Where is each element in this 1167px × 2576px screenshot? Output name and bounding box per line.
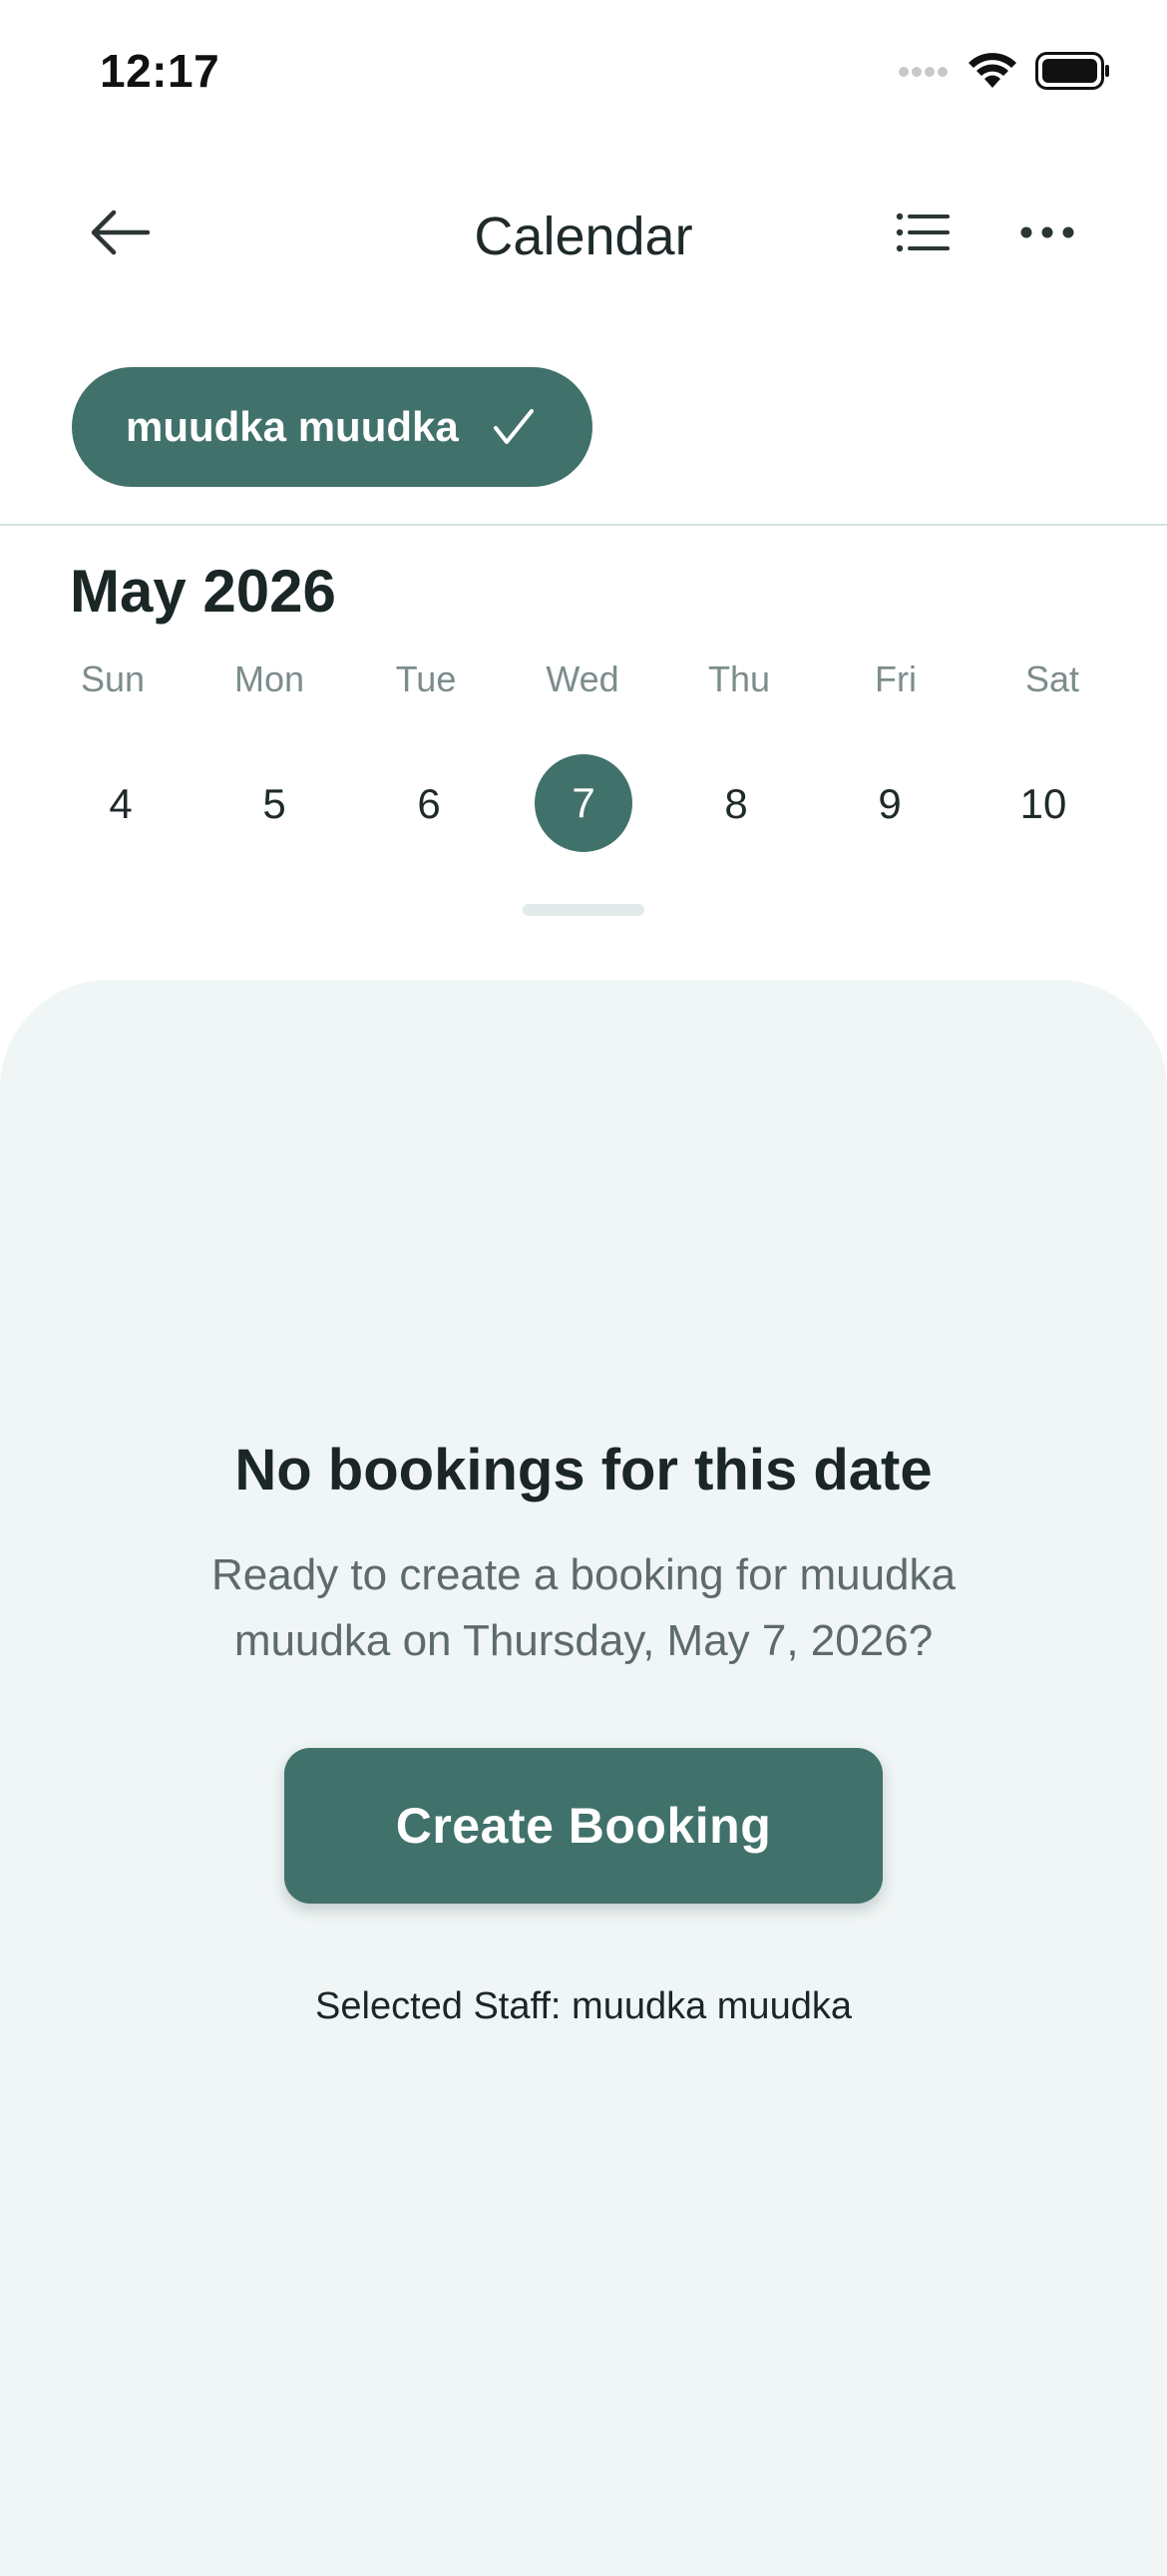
weekday-label: Tue bbox=[395, 658, 457, 699]
staff-chip-label: muudka muudka bbox=[126, 403, 459, 450]
more-horizontal-icon bbox=[1020, 225, 1074, 243]
day-cell[interactable]: 8 bbox=[686, 754, 786, 854]
create-booking-button[interactable]: Create Booking bbox=[284, 1748, 883, 1904]
signal-icon bbox=[898, 64, 950, 83]
weekday-label: Mon bbox=[233, 658, 305, 699]
day-cell[interactable]: 10 bbox=[993, 754, 1093, 854]
list-view-button[interactable] bbox=[888, 200, 958, 269]
day-cell[interactable]: 5 bbox=[224, 754, 324, 854]
weekday-label: Sat bbox=[1024, 658, 1080, 699]
status-icons bbox=[898, 52, 1111, 95]
battery-icon bbox=[1035, 52, 1111, 95]
more-options-button[interactable] bbox=[1007, 200, 1087, 269]
divider bbox=[0, 524, 1167, 526]
day-cell-selected[interactable]: 7 bbox=[535, 754, 632, 852]
weekday-label: Wed bbox=[546, 658, 619, 699]
check-icon bbox=[493, 408, 535, 446]
day-cell[interactable]: 4 bbox=[71, 754, 171, 854]
empty-state-description: Ready to create a booking for muudka muu… bbox=[210, 1550, 956, 1665]
selected-staff-text: Selected Staff: muudka muudka bbox=[315, 1985, 852, 2027]
weekday-label: Sun bbox=[80, 658, 146, 699]
empty-state-title: No bookings for this date bbox=[234, 1438, 933, 1503]
status-bar: 12:17 bbox=[0, 0, 1167, 150]
nav-header: Calendar bbox=[0, 170, 1167, 299]
status-time: 12:17 bbox=[100, 45, 220, 97]
weekday-label: Thu bbox=[707, 658, 771, 699]
list-icon bbox=[896, 212, 950, 258]
calendar-expand-handle[interactable] bbox=[523, 904, 644, 916]
month-label: May 2026 bbox=[70, 558, 336, 625]
day-cell[interactable]: 9 bbox=[840, 754, 940, 854]
day-cell[interactable]: 6 bbox=[379, 754, 479, 854]
weekday-label: Fri bbox=[875, 658, 917, 699]
page-title: Calendar bbox=[474, 207, 693, 266]
wifi-icon bbox=[968, 52, 1017, 95]
staff-filter-chip[interactable]: muudka muudka bbox=[72, 367, 592, 487]
